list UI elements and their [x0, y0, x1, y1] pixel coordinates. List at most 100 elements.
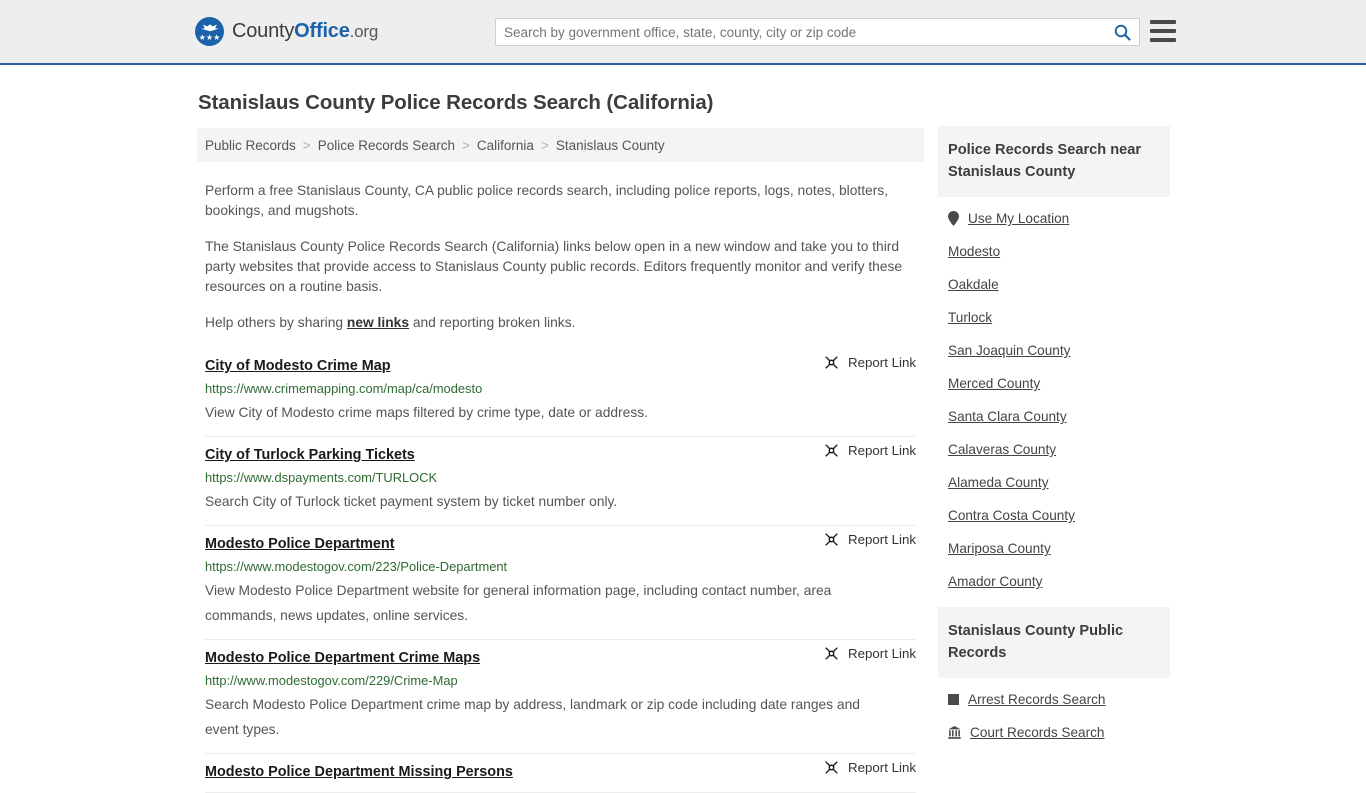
result-description: View City of Modesto crime maps filtered… — [205, 405, 648, 420]
map-pin-icon — [948, 211, 959, 226]
result-item: Modesto Police Department Missing Person… — [205, 754, 916, 793]
breadcrumb-item-2[interactable]: Police Records Search — [318, 138, 455, 153]
sidebar-public-records-list: Arrest Records Search Court Records Searc… — [938, 678, 1170, 740]
sidebar-public-records-heading: Stanislaus County Public Records — [938, 607, 1170, 678]
report-link-label: Report Link — [848, 355, 916, 370]
hamburger-menu-button[interactable] — [1150, 20, 1176, 42]
report-link-button[interactable]: Report Link — [824, 443, 916, 458]
result-description: Search City of Turlock ticket payment sy… — [205, 494, 618, 509]
sidebar-nearby-link-12[interactable]: Amador County — [948, 574, 1042, 589]
search-bar — [495, 18, 1140, 46]
sidebar-list-item: Court Records Search — [948, 725, 1170, 740]
menu-bar-1 — [1150, 20, 1176, 24]
result-url[interactable]: http://www.modestogov.com/229/Crime-Map — [205, 673, 916, 688]
three-stars-icon: ★★★ — [198, 33, 221, 42]
sidebar-nearby-section: Police Records Search near Stanislaus Co… — [938, 126, 1170, 589]
logo-office-text: Office — [294, 20, 350, 42]
sidebar-nearby-list: Use My Location Modesto Oakdale Turlock San … — [938, 197, 1170, 589]
sidebar-list-item: Alameda County — [948, 475, 1170, 490]
broken-link-icon — [825, 356, 838, 369]
sidebar-nearby-link-9[interactable]: Alameda County — [948, 475, 1049, 490]
result-item: City of Modesto Crime Map Report Link http… — [205, 355, 916, 437]
result-title-link[interactable]: Modesto Police Department Missing Person… — [205, 764, 513, 780]
intro-paragraph-2: The Stanislaus County Police Records Sea… — [205, 239, 903, 294]
search-button[interactable] — [1105, 19, 1139, 45]
report-link-button[interactable]: Report Link — [824, 646, 916, 661]
main-content-column: Public Records > Police Records Search > Cal… — [197, 128, 924, 793]
broken-link-icon — [825, 647, 838, 660]
eagle-stars-emblem-icon: ★★★ — [195, 17, 224, 46]
sidebar-nearby-link-5[interactable]: San Joaquin County — [948, 343, 1070, 358]
sidebar-nearby-link-2[interactable]: Modesto — [948, 244, 1000, 259]
sidebar-list-item: Use My Location — [948, 211, 1170, 226]
square-icon — [948, 694, 959, 705]
result-title-link[interactable]: City of Turlock Parking Tickets — [205, 447, 415, 463]
result-title-link[interactable]: City of Modesto Crime Map — [205, 358, 391, 374]
sidebar-nearby-link-4[interactable]: Turlock — [948, 310, 992, 325]
intro-p3-after: and reporting broken links. — [409, 315, 576, 330]
sidebar-list-item: Arrest Records Search — [948, 692, 1170, 707]
sidebar-nearby-link-7[interactable]: Santa Clara County — [948, 409, 1067, 424]
result-url[interactable]: https://www.crimemapping.com/map/ca/mode… — [205, 381, 916, 396]
sidebar-nearby-link-6[interactable]: Merced County — [948, 376, 1040, 391]
breadcrumb-item-4[interactable]: Stanislaus County — [556, 138, 665, 153]
intro-paragraph-3: Help others by sharing new links and rep… — [205, 313, 916, 333]
intro-p3-before: Help others by sharing — [205, 315, 347, 330]
breadcrumb-separator: > — [540, 137, 549, 153]
breadcrumb-item-1[interactable]: Public Records — [205, 138, 296, 153]
result-description: View Modesto Police Department website f… — [205, 583, 832, 623]
new-links-link[interactable]: new links — [347, 315, 409, 330]
sidebar-list-item: Calaveras County — [948, 442, 1170, 457]
sidebar-nearby-link-1[interactable]: Use My Location — [968, 211, 1069, 226]
report-link-label: Report Link — [848, 532, 916, 547]
report-link-label: Report Link — [848, 646, 916, 661]
result-url[interactable]: https://www.dspayments.com/TURLOCK — [205, 470, 916, 485]
result-item: Modesto Police Department Crime Maps Repo… — [205, 640, 916, 754]
sidebar-public-records-link-2[interactable]: Court Records Search — [970, 725, 1104, 740]
result-url[interactable]: https://www.modestogov.com/223/Police-De… — [205, 559, 916, 574]
sidebar-list-item: Oakdale — [948, 277, 1170, 292]
result-description: Search Modesto Police Department crime m… — [205, 697, 860, 737]
intro-paragraph-1: Perform a free Stanislaus County, CA pub… — [205, 183, 889, 218]
intro-section: Perform a free Stanislaus County, CA pub… — [197, 181, 924, 333]
report-link-button[interactable]: Report Link — [824, 355, 916, 370]
result-title-link[interactable]: Modesto Police Department — [205, 536, 395, 552]
eagle-wings-icon — [200, 24, 219, 32]
breadcrumb-item-3[interactable]: California — [477, 138, 534, 153]
sidebar-nearby-link-11[interactable]: Mariposa County — [948, 541, 1051, 556]
search-icon — [1114, 24, 1131, 41]
site-logo-text: CountyOffice.org — [232, 20, 378, 43]
report-link-button[interactable]: Report Link — [824, 532, 916, 547]
logo-county-text: County — [232, 20, 295, 42]
result-item: Modesto Police Department Report Link http… — [205, 526, 916, 640]
sidebar-public-records-section: Stanislaus County Public Records Arrest … — [938, 607, 1170, 740]
result-title-link[interactable]: Modesto Police Department Crime Maps — [205, 650, 480, 666]
broken-link-icon — [825, 444, 838, 457]
menu-bar-3 — [1150, 38, 1176, 42]
sidebar-nearby-link-10[interactable]: Contra Costa County — [948, 508, 1075, 523]
search-input[interactable] — [496, 19, 1105, 45]
sidebar-list-item: Turlock — [948, 310, 1170, 325]
broken-link-icon — [825, 533, 838, 546]
site-header: ★★★ CountyOffice.org — [0, 0, 1366, 65]
sidebar-list-item: Modesto — [948, 244, 1170, 259]
sidebar-nearby-link-3[interactable]: Oakdale — [948, 277, 999, 292]
results-list: City of Modesto Crime Map Report Link http… — [197, 355, 924, 793]
result-item: City of Turlock Parking Tickets Report Li… — [205, 437, 916, 526]
breadcrumb-separator: > — [302, 137, 311, 153]
sidebar-list-item: Santa Clara County — [948, 409, 1170, 424]
report-link-label: Report Link — [848, 443, 916, 458]
page-title: Stanislaus County Police Records Search … — [198, 91, 714, 114]
site-logo[interactable]: ★★★ CountyOffice.org — [195, 17, 378, 46]
sidebar-list-item: Contra Costa County — [948, 508, 1170, 523]
sidebar-list-item: Merced County — [948, 376, 1170, 391]
logo-org-text: .org — [349, 22, 379, 41]
breadcrumb-separator: > — [462, 137, 470, 153]
sidebar-nearby-heading: Police Records Search near Stanislaus Co… — [938, 126, 1170, 197]
sidebar-nearby-link-8[interactable]: Calaveras County — [948, 442, 1056, 457]
sidebar-list-item: San Joaquin County — [948, 343, 1170, 358]
sidebar-list-item: Amador County — [948, 574, 1170, 589]
sidebar-list-item: Mariposa County — [948, 541, 1170, 556]
breadcrumb: Public Records > Police Records Search > Cal… — [197, 128, 924, 162]
sidebar-public-records-link-1[interactable]: Arrest Records Search — [968, 692, 1106, 707]
